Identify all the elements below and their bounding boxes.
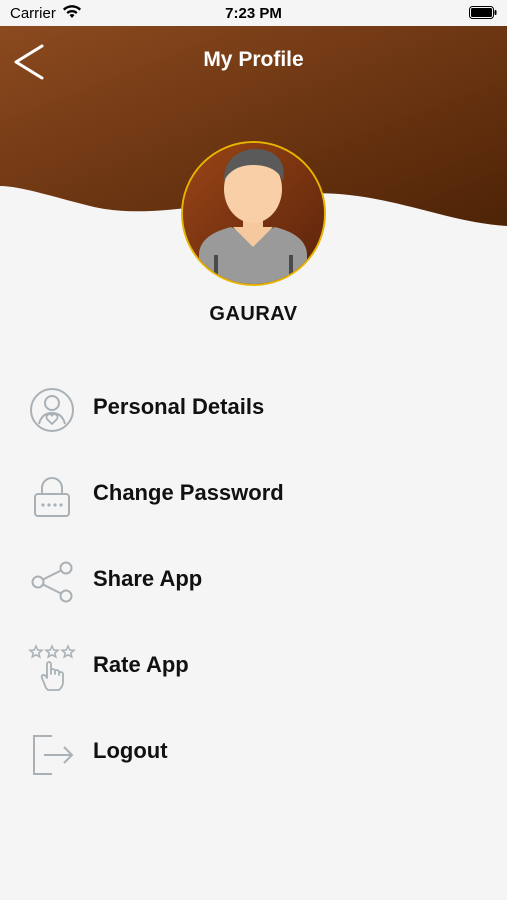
user-silhouette-icon [183, 143, 324, 284]
clock: 7:23 PM [225, 5, 282, 22]
menu-item-personal-details[interactable]: Personal Details [0, 366, 507, 452]
person-heart-icon [30, 388, 74, 432]
share-icon [31, 561, 73, 603]
menu-item-logout[interactable]: Logout [0, 710, 507, 796]
menu-item-label: Change Password [93, 480, 284, 505]
menu-item-label: Personal Details [93, 394, 265, 419]
user-name: GAURAV [209, 303, 298, 325]
rate-stars-icon [28, 644, 76, 691]
menu-item-rate-app[interactable]: Rate App [0, 624, 507, 710]
menu-item-change-password[interactable]: Change Password [0, 452, 507, 538]
menu-item-share-app[interactable]: Share App [0, 538, 507, 624]
avatar[interactable] [181, 141, 326, 286]
menu-item-label: Logout [93, 738, 168, 763]
battery-icon [469, 6, 497, 19]
logout-icon [33, 735, 74, 775]
status-bar: Carrier 7:23 PM [0, 0, 507, 26]
lock-icon [34, 477, 70, 517]
menu-item-label: Share App [93, 566, 203, 591]
page-title: My Profile [203, 48, 304, 71]
menu-item-label: Rate App [93, 652, 189, 677]
profile-menu: Personal Details Change Password Share A… [0, 366, 507, 796]
